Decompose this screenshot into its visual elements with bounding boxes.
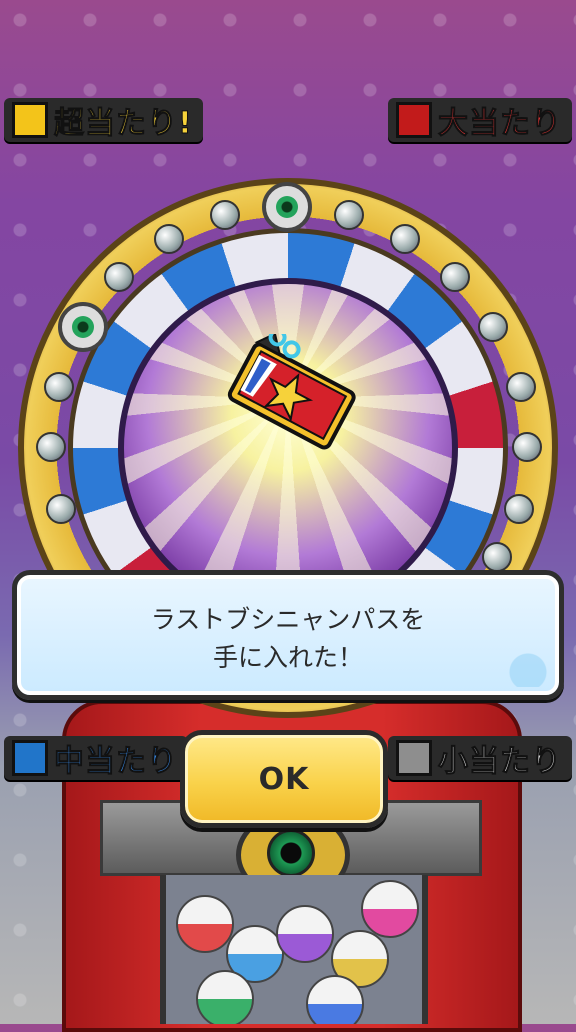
mid-swatch [12,740,48,776]
prize-label-small: 小当たり [388,736,572,780]
bolt-icon [440,262,470,292]
prize-label-super: 超当たり! [4,98,203,142]
ghost-deco-icon [509,637,547,687]
prize-label-big: 大当たり [388,98,572,142]
capsule [196,970,254,1024]
bolt-icon [504,494,534,524]
wheel-eye-icon [58,302,108,352]
super-swatch [12,102,48,138]
bolt-icon [210,200,240,230]
capsule [306,975,364,1024]
bolt-icon [512,432,542,462]
big-swatch [396,102,432,138]
reward-dialog: ラストブシニャンパスを 手に入れた！ [12,570,564,700]
wheel-eye-icon [262,182,312,232]
bolt-icon [334,200,364,230]
bolt-icon [44,372,74,402]
bolt-icon [390,224,420,254]
bolt-icon [154,224,184,254]
bolt-icon [104,262,134,292]
prize-label-mid: 中当たり [4,736,188,780]
prize-label-big-text: 大当たり [438,106,562,142]
ok-button[interactable]: OK [180,730,388,828]
prize-label-small-text: 小当たり [438,744,562,780]
capsule [361,880,419,938]
ok-button-label: OK [258,761,310,797]
ticket-pass-icon [227,334,356,450]
bolt-icon [506,372,536,402]
bolt-icon [478,312,508,342]
bolt-icon [36,432,66,462]
bolt-icon [482,542,512,572]
capsule [276,905,334,963]
small-swatch [396,740,432,776]
dialog-message: ラストブシニャンパスを 手に入れた！ [150,605,426,672]
prize-label-mid-text: 中当たり [54,744,178,780]
bolt-icon [46,494,76,524]
capsule-window [160,875,428,1024]
capsule [176,895,234,953]
prize-label-super-text: 超当たり! [54,106,193,142]
